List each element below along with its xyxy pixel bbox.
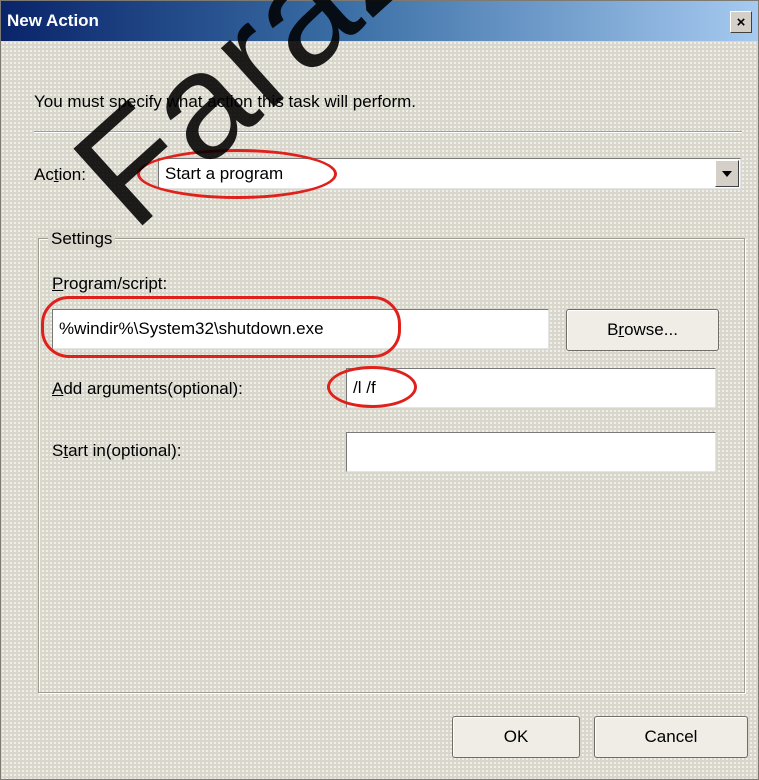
action-label: Action: bbox=[34, 165, 86, 184]
browse-button[interactable]: Browse... bbox=[566, 309, 719, 351]
arguments-value: /l /f bbox=[353, 378, 376, 397]
action-dropdown-button[interactable] bbox=[715, 160, 739, 187]
separator bbox=[34, 131, 742, 133]
action-select[interactable]: Start a program bbox=[158, 158, 741, 189]
close-button[interactable]: × bbox=[730, 11, 752, 33]
ok-label: OK bbox=[503, 727, 529, 746]
arguments-input[interactable]: /l /f bbox=[346, 368, 716, 408]
dialog-title: New Action bbox=[7, 11, 99, 30]
close-icon: × bbox=[736, 13, 746, 31]
start-in-label: Start in(optional): bbox=[52, 441, 182, 460]
arguments-label: Add arguments(optional): bbox=[52, 379, 243, 398]
program-script-label: Program/script: bbox=[52, 274, 168, 293]
settings-legend: Settings bbox=[48, 229, 116, 249]
action-select-value: Start a program bbox=[165, 164, 284, 183]
cancel-button[interactable]: Cancel bbox=[594, 716, 748, 758]
start-in-input[interactable] bbox=[346, 432, 716, 472]
ok-button[interactable]: OK bbox=[452, 716, 580, 758]
title-bar[interactable]: New Action × bbox=[1, 1, 758, 41]
cancel-label: Cancel bbox=[644, 727, 698, 746]
browse-label: Browse... bbox=[607, 320, 678, 339]
program-script-input[interactable]: %windir%\System32\shutdown.exe bbox=[52, 309, 549, 349]
new-action-dialog: New Action × You must specify what actio… bbox=[0, 0, 759, 780]
instruction-text: You must specify what action this task w… bbox=[34, 92, 417, 111]
program-script-value: %windir%\System32\shutdown.exe bbox=[59, 319, 324, 338]
chevron-down-icon bbox=[722, 170, 732, 177]
